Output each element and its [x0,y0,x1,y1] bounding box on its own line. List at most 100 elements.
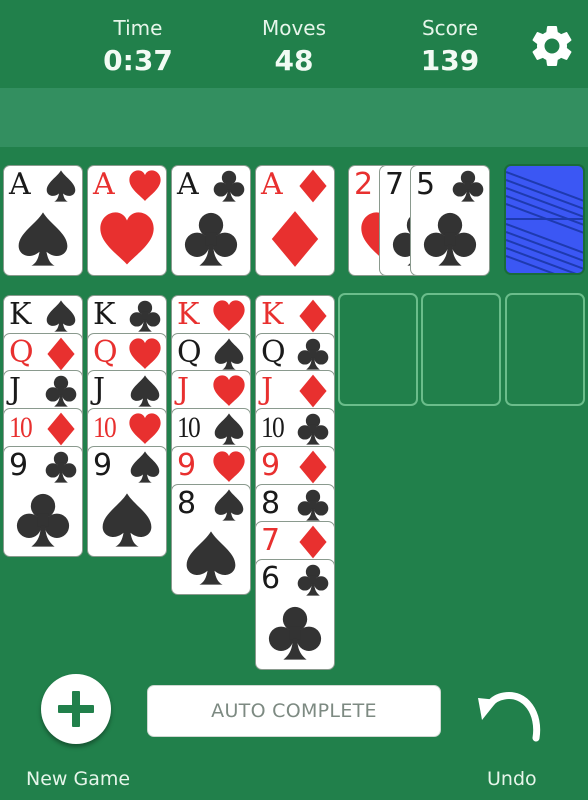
card-rank: 5 [416,167,436,202]
moves-label: Moves [261,16,327,40]
diamonds-icon [299,374,327,408]
card-rank: J [261,372,274,407]
clubs-icon [129,300,161,332]
foundation-clubs[interactable]: A [171,165,251,276]
card-rank: J [177,372,190,407]
clubs-icon [297,338,329,370]
tableau-card-6-of-clubs[interactable]: 6 [255,559,335,670]
card-rank: 9 [93,448,113,483]
score-stat: Score 139 [390,16,510,77]
top-bar: Time 0:37 Moves 48 Score 139 [0,0,588,88]
card-rank: 10 [261,411,285,444]
moves-value: 48 [274,44,314,77]
spades-icon [214,413,244,445]
card-rank: 10 [93,411,117,444]
spades-icon [130,375,160,407]
moves-stat: Moves 48 [234,16,354,77]
gear-icon [532,25,572,67]
undo-button[interactable] [474,684,546,742]
time-label: Time [113,16,163,40]
diamonds-icon [47,412,75,446]
card-rank: 7 [261,523,281,558]
clubs-icon [45,375,77,407]
undo-icon [478,692,541,742]
diamonds-icon [299,169,327,203]
new-game-label: New Game [26,768,131,790]
card-rank: 7 [385,167,405,202]
card-rank: 10 [177,411,201,444]
tableau-empty-slot[interactable] [421,293,501,406]
card-rank: A [177,167,199,202]
card-rank: 9 [177,448,197,483]
card-rank: K [93,297,116,332]
spades-icon [46,170,76,202]
stock-pile[interactable] [504,164,585,275]
diamonds-icon [299,450,327,484]
clubs-icon [297,489,329,521]
card-rank: A [261,167,283,202]
plus-icon [58,691,94,727]
card-rank: 8 [261,486,281,521]
card-rank: A [9,167,31,202]
hearts-icon [129,170,161,201]
hearts-icon [213,451,245,482]
spades-large-icon [186,531,236,585]
diamonds-icon [299,299,327,333]
settings-button[interactable] [527,21,577,71]
tableau-card-9-of-clubs[interactable]: 9 [3,446,83,557]
card-rank: 6 [261,561,281,596]
card-rank: Q [177,335,202,370]
waste-card-5-of-clubs[interactable]: 5 [410,165,490,276]
spades-icon [214,338,244,370]
diamonds-icon [299,525,327,559]
clubs-icon [213,170,245,202]
card-rank: K [9,297,32,332]
spades-icon [46,300,76,332]
hearts-large-icon [100,212,154,265]
new-game-button[interactable] [41,674,111,744]
spades-icon [214,489,244,521]
clubs-icon [297,564,329,596]
foundation-hearts[interactable]: A [87,165,167,276]
hearts-icon [213,300,245,331]
foundation-diamonds[interactable]: A [255,165,335,276]
card-rank: Q [9,335,34,370]
time-value: 0:37 [103,44,173,77]
spades-large-icon [102,493,152,547]
tableau-card-8-of-spades[interactable]: 8 [171,484,251,595]
spades-icon [130,451,160,483]
card-rank: 2 [354,167,374,202]
tableau-empty-slot[interactable] [338,293,418,406]
card-rank: 10 [9,411,33,444]
card-rank: J [93,372,106,407]
clubs-large-icon [423,212,477,266]
info-band [0,88,588,147]
card-rank: Q [93,335,118,370]
card-rank: A [93,167,115,202]
tableau-empty-slot[interactable] [505,293,585,406]
diamonds-large-icon [271,211,319,267]
clubs-icon [452,170,484,202]
card-back-pattern [506,171,583,273]
hearts-icon [129,413,161,444]
spades-large-icon [18,212,68,266]
clubs-large-icon [268,606,322,660]
undo-label: Undo [487,768,537,790]
hearts-icon [213,375,245,406]
auto-complete-button[interactable]: AUTO COMPLETE [147,685,441,737]
clubs-large-icon [184,212,238,266]
card-rank: Q [261,335,286,370]
foundation-spades[interactable]: A [3,165,83,276]
tableau-card-9-of-spades[interactable]: 9 [87,446,167,557]
score-value: 139 [420,44,480,77]
card-rank: K [177,297,200,332]
card-rank: 9 [9,448,29,483]
score-label: Score [421,16,478,40]
clubs-large-icon [16,493,70,547]
hearts-icon [129,338,161,369]
card-rank: 8 [177,486,197,521]
clubs-icon [45,451,77,483]
diamonds-icon [47,337,75,371]
card-rank: 9 [261,448,281,483]
card-rank: K [261,297,284,332]
